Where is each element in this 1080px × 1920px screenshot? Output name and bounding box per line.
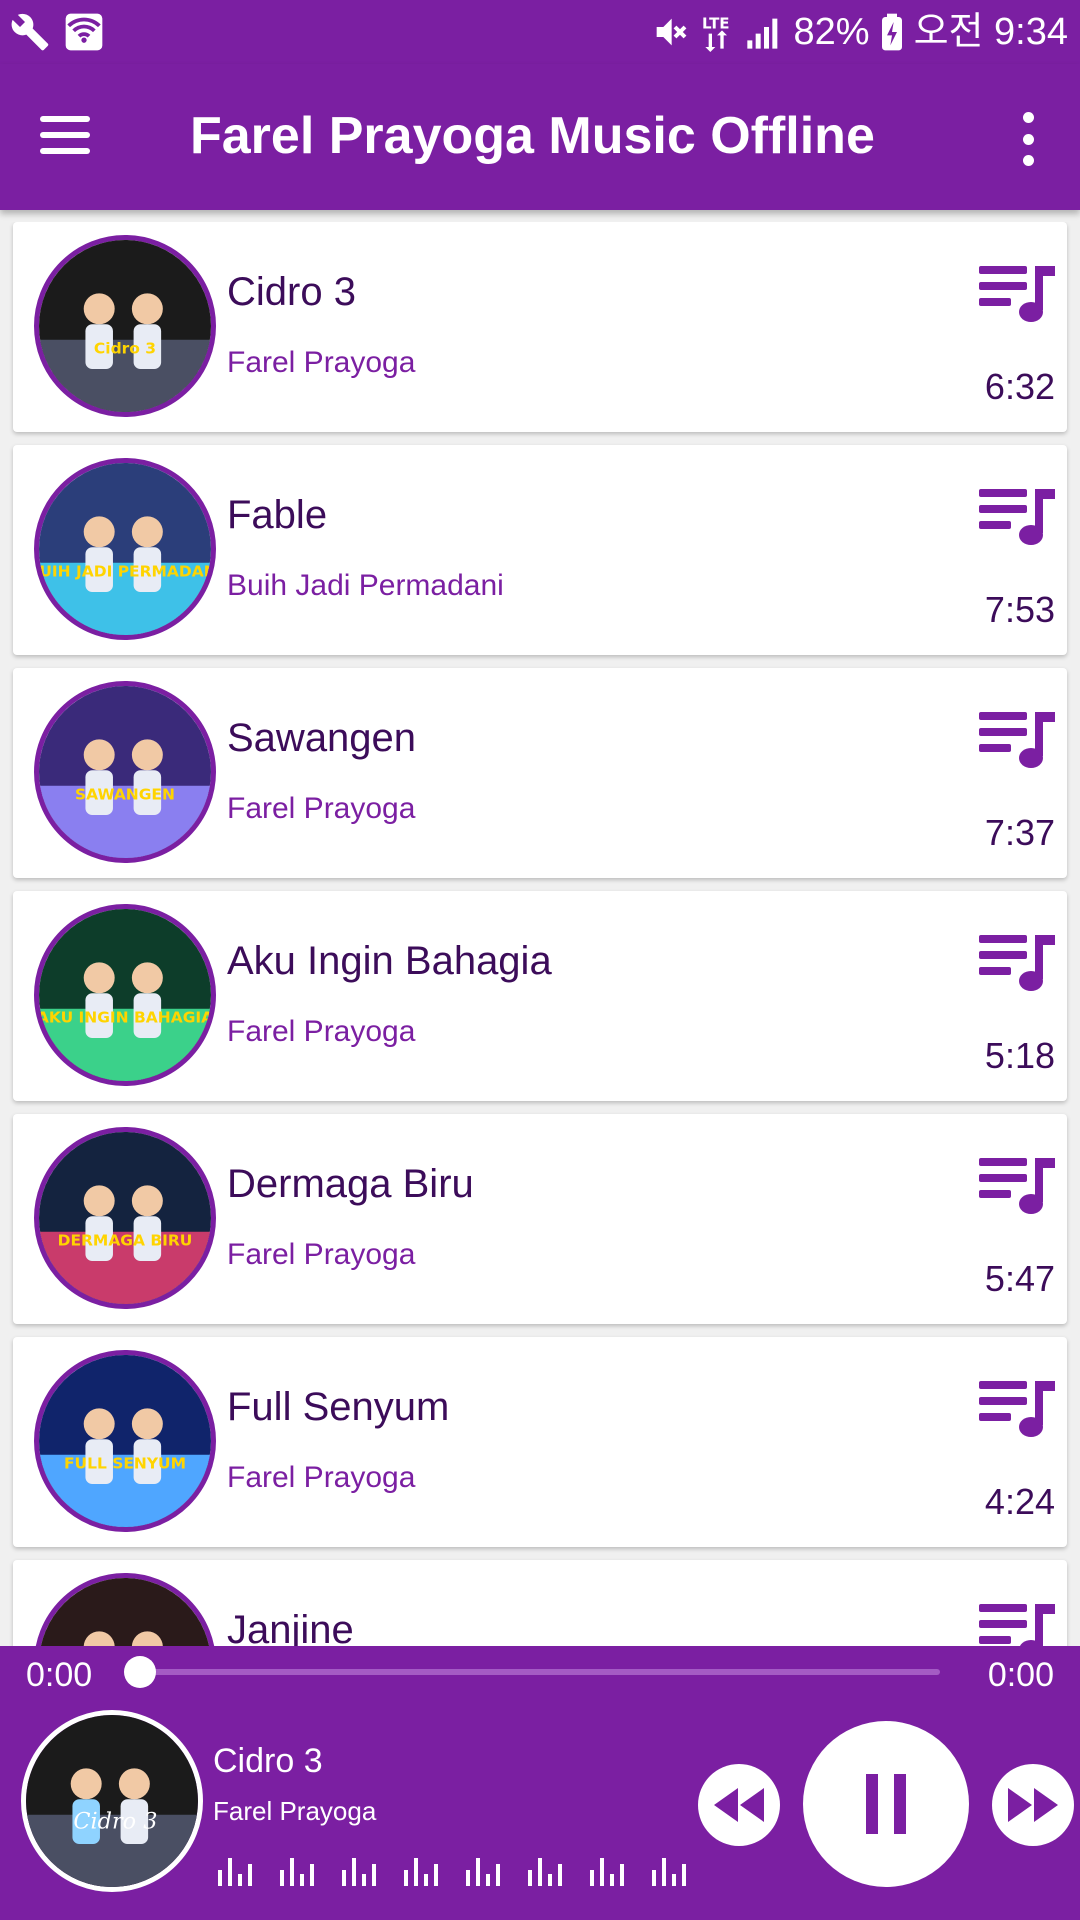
queue-music-icon[interactable] bbox=[979, 262, 1059, 326]
battery-percent: 82% bbox=[793, 11, 870, 53]
total-time: 0:00 bbox=[987, 1656, 1054, 1694]
pause-icon bbox=[866, 1774, 906, 1834]
equalizer-icon bbox=[218, 1858, 252, 1886]
song-item[interactable]: FULL SENYUM Full Senyum Farel Prayoga 4:… bbox=[13, 1337, 1067, 1547]
song-artist: Farel Prayoga bbox=[227, 792, 416, 825]
clock: 오전 9:34 bbox=[913, 11, 1068, 53]
now-playing-artist: Farel Prayoga bbox=[213, 1796, 377, 1826]
equalizer-icon bbox=[404, 1858, 438, 1886]
status-bar: LTE 82% 오전 9:34 bbox=[0, 0, 1080, 64]
wifi-icon bbox=[65, 13, 103, 51]
mute-icon bbox=[656, 18, 686, 46]
song-title: Full Senyum bbox=[227, 1385, 450, 1429]
equalizer-icon bbox=[466, 1858, 500, 1886]
song-title: Sawangen bbox=[227, 716, 417, 760]
fast-forward-button[interactable] bbox=[992, 1764, 1074, 1846]
menu-icon[interactable] bbox=[40, 108, 104, 164]
album-cover: Cidro 3 bbox=[34, 235, 216, 417]
equalizer-icon bbox=[528, 1858, 562, 1886]
song-title: Dermaga Biru bbox=[227, 1162, 474, 1206]
app-title: Farel Prayoga Music Offline bbox=[190, 107, 875, 165]
current-time: 0:00 bbox=[26, 1656, 93, 1694]
album-cover: SAWANGEN bbox=[34, 681, 216, 863]
mini-player: 0:00 0:00 Cidro 3 Cidro 3 Farel Prayoga bbox=[0, 1646, 1080, 1920]
song-title: Janjine bbox=[227, 1608, 354, 1646]
queue-music-icon[interactable] bbox=[979, 1377, 1059, 1441]
pause-button[interactable] bbox=[803, 1721, 969, 1887]
song-duration: 4:24 bbox=[984, 1481, 1055, 1522]
album-cover: DERMAGA BIRU bbox=[34, 1127, 216, 1309]
queue-music-icon[interactable] bbox=[979, 931, 1059, 995]
now-playing-title: Cidro 3 bbox=[213, 1742, 323, 1780]
song-list: Cidro 3 Cidro 3 Farel Prayoga 6:32 UIH J… bbox=[0, 222, 1080, 1646]
fast-forward-icon bbox=[1008, 1788, 1058, 1822]
song-title: Cidro 3 bbox=[227, 270, 356, 314]
cover-text: SAWANGEN bbox=[75, 786, 175, 804]
equalizer-icon bbox=[590, 1858, 624, 1886]
song-item[interactable]: BUIH JADI PERMADANI Fable Buih Jadi Perm… bbox=[13, 445, 1067, 655]
album-cover: AKU INGIN BAHAGIA bbox=[34, 904, 216, 1086]
song-title: Aku Ingin Bahagia bbox=[227, 939, 552, 983]
song-item[interactable]: SAWANGEN Sawangen Farel Prayoga 7:37 bbox=[13, 668, 1067, 878]
song-artist: Farel Prayoga bbox=[227, 1461, 416, 1494]
queue-music-icon[interactable] bbox=[979, 1154, 1059, 1218]
queue-music-icon[interactable] bbox=[979, 1600, 1059, 1646]
rewind-button[interactable] bbox=[698, 1764, 780, 1846]
cover-text: DERMAGA BIRU bbox=[58, 1232, 193, 1250]
equalizer-icon bbox=[652, 1858, 686, 1886]
cover-text: AKU INGIN BAHAGIA bbox=[39, 1009, 211, 1027]
song-item[interactable]: Janjine bbox=[13, 1560, 1067, 1646]
song-duration: 5:47 bbox=[984, 1258, 1055, 1299]
song-duration: 7:53 bbox=[984, 589, 1055, 630]
song-artist: Farel Prayoga bbox=[227, 1238, 416, 1271]
equalizer-icon bbox=[280, 1858, 314, 1886]
cover-text: FULL SENYUM bbox=[64, 1455, 186, 1473]
song-item[interactable]: Cidro 3 Cidro 3 Farel Prayoga 6:32 bbox=[13, 222, 1067, 432]
song-duration: 6:32 bbox=[984, 366, 1055, 407]
now-playing-cover: Cidro 3 bbox=[21, 1710, 203, 1892]
rewind-icon bbox=[714, 1788, 764, 1822]
song-artist: Farel Prayoga bbox=[227, 346, 416, 379]
equalizer-visualizer bbox=[214, 1846, 692, 1890]
song-item[interactable]: AKU INGIN BAHAGIA Aku Ingin Bahagia Fare… bbox=[13, 891, 1067, 1101]
song-item[interactable]: DERMAGA BIRU Dermaga Biru Farel Prayoga … bbox=[13, 1114, 1067, 1324]
wrench-icon bbox=[11, 13, 49, 51]
queue-music-icon[interactable] bbox=[979, 708, 1059, 772]
cover-text: BUIH JADI PERMADANI bbox=[39, 563, 211, 581]
more-vert-icon[interactable] bbox=[1016, 112, 1040, 166]
song-title: Fable bbox=[227, 493, 328, 537]
seek-knob[interactable] bbox=[124, 1656, 156, 1688]
now-cover-text: Cidro 3 bbox=[73, 1809, 157, 1835]
cover-text: Cidro 3 bbox=[94, 340, 156, 358]
signal-icon bbox=[746, 18, 777, 49]
equalizer-icon bbox=[342, 1858, 376, 1886]
album-cover: BUIH JADI PERMADANI bbox=[34, 458, 216, 640]
queue-music-icon[interactable] bbox=[979, 485, 1059, 549]
song-artist: Buih Jadi Permadani bbox=[227, 569, 504, 602]
app-bar: Farel Prayoga Music Offline bbox=[0, 64, 1080, 210]
svg-text:LTE: LTE bbox=[702, 15, 730, 33]
album-cover bbox=[34, 1573, 216, 1646]
battery-charging-icon bbox=[881, 13, 902, 51]
song-duration: 5:18 bbox=[984, 1035, 1055, 1076]
song-artist: Farel Prayoga bbox=[227, 1015, 416, 1048]
song-duration: 7:37 bbox=[984, 812, 1055, 853]
album-cover: FULL SENYUM bbox=[34, 1350, 216, 1532]
seek-bar[interactable] bbox=[140, 1669, 940, 1675]
lte-icon: LTE bbox=[702, 15, 730, 52]
